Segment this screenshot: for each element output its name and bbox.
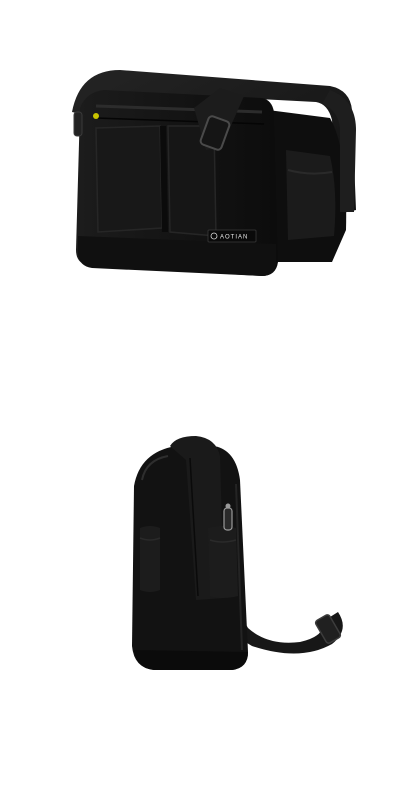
zipper-pull [73,111,83,137]
messenger-bag-front-icon: AOTIAN [72,70,356,276]
side-pocket-left [140,526,160,592]
brand-logo-text: AOTIAN [220,235,248,241]
messenger-bag-side-icon [132,436,343,670]
side-pocket [286,150,336,240]
front-pocket-left [95,125,163,233]
zipper-pull-side [223,507,233,531]
product-image-front: AOTIAN [0,0,411,400]
product-image-side [0,400,411,800]
side-pocket-right [208,526,238,598]
bag-base [134,650,248,670]
